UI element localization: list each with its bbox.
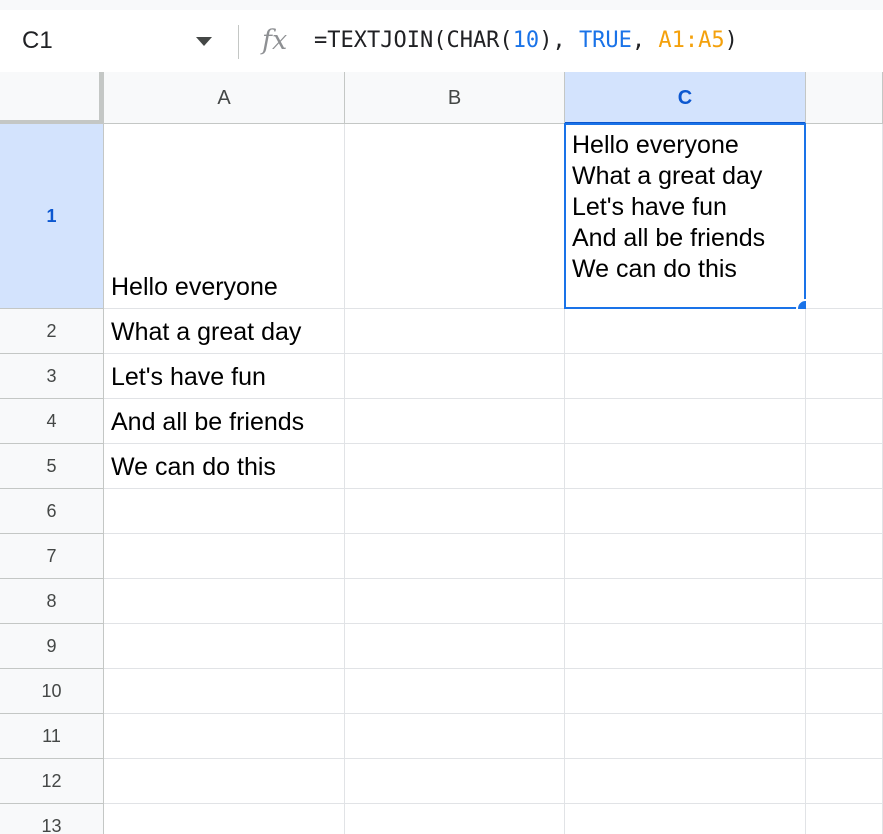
cell-b3[interactable] <box>345 354 565 399</box>
cell-b13[interactable] <box>345 804 565 834</box>
name-box[interactable]: C1 <box>22 10 53 72</box>
cell-a11[interactable] <box>104 714 345 759</box>
cell-a13[interactable] <box>104 804 345 834</box>
row-header-1[interactable]: 1 <box>0 124 104 309</box>
cell-a2[interactable]: What a great day <box>104 309 345 354</box>
cell-c2[interactable] <box>565 309 806 354</box>
column-header-b[interactable]: B <box>345 72 565 124</box>
cell-b10[interactable] <box>345 669 565 714</box>
cell-a3[interactable]: Let's have fun <box>104 354 345 399</box>
formula-input[interactable]: =TEXTJOIN(CHAR(10), TRUE, A1:A5) <box>314 10 738 72</box>
cell-c11[interactable] <box>565 714 806 759</box>
cell-b6[interactable] <box>345 489 565 534</box>
cell-c3[interactable] <box>565 354 806 399</box>
cell-extra-2[interactable] <box>806 309 883 354</box>
cell-a5[interactable]: We can do this <box>104 444 345 489</box>
cell-extra-8[interactable] <box>806 579 883 624</box>
row-header-5[interactable]: 5 <box>0 444 104 489</box>
cell-extra-9[interactable] <box>806 624 883 669</box>
cell-a10[interactable] <box>104 669 345 714</box>
column-header-a[interactable]: A <box>104 72 345 124</box>
formula-range-reference: A1:A5 <box>658 28 725 53</box>
cell-extra-11[interactable] <box>806 714 883 759</box>
row-header-12[interactable]: 12 <box>0 759 104 804</box>
row-header-13[interactable]: 13 <box>0 804 104 834</box>
row-header-7[interactable]: 7 <box>0 534 104 579</box>
cell-c1[interactable]: Hello everyone What a great day Let's ha… <box>565 124 806 309</box>
row-header-3[interactable]: 3 <box>0 354 104 399</box>
cell-extra-10[interactable] <box>806 669 883 714</box>
cell-extra-5[interactable] <box>806 444 883 489</box>
cell-b5[interactable] <box>345 444 565 489</box>
column-header-extra[interactable] <box>806 72 883 124</box>
cell-extra-1[interactable] <box>806 124 883 309</box>
select-all-corner[interactable] <box>0 72 104 124</box>
top-strip <box>0 0 883 10</box>
cell-extra-6[interactable] <box>806 489 883 534</box>
cell-c9[interactable] <box>565 624 806 669</box>
cell-extra-3[interactable] <box>806 354 883 399</box>
cell-b1[interactable] <box>345 124 565 309</box>
cell-c7[interactable] <box>565 534 806 579</box>
row-header-10[interactable]: 10 <box>0 669 104 714</box>
cell-b7[interactable] <box>345 534 565 579</box>
formula-separator: ), <box>539 28 579 53</box>
cell-c10[interactable] <box>565 669 806 714</box>
cell-b2[interactable] <box>345 309 565 354</box>
row-header-8[interactable]: 8 <box>0 579 104 624</box>
cell-extra-7[interactable] <box>806 534 883 579</box>
cell-c8[interactable] <box>565 579 806 624</box>
cell-c12[interactable] <box>565 759 806 804</box>
cell-a7[interactable] <box>104 534 345 579</box>
formula-bar: C1 fx =TEXTJOIN(CHAR(10), TRUE, A1:A5) <box>0 10 883 73</box>
cell-b9[interactable] <box>345 624 565 669</box>
cell-extra-13[interactable] <box>806 804 883 834</box>
cell-b11[interactable] <box>345 714 565 759</box>
formula-function: =TEXTJOIN(CHAR( <box>314 28 513 53</box>
chevron-down-icon[interactable] <box>196 37 212 46</box>
row-header-6[interactable]: 6 <box>0 489 104 534</box>
cell-a4[interactable]: And all be friends <box>104 399 345 444</box>
cell-c4[interactable] <box>565 399 806 444</box>
cell-a8[interactable] <box>104 579 345 624</box>
cell-extra-4[interactable] <box>806 399 883 444</box>
cell-a9[interactable] <box>104 624 345 669</box>
row-header-11[interactable]: 11 <box>0 714 104 759</box>
row-header-4[interactable]: 4 <box>0 399 104 444</box>
formula-number: 10 <box>512 28 540 53</box>
formula-close-paren: ) <box>724 28 738 53</box>
cell-a6[interactable] <box>104 489 345 534</box>
fx-icon: fx <box>262 25 288 56</box>
cell-c5[interactable] <box>565 444 806 489</box>
formula-boolean: TRUE <box>578 28 632 53</box>
cell-c13[interactable] <box>565 804 806 834</box>
cell-b12[interactable] <box>345 759 565 804</box>
formula-separator: , <box>631 28 659 53</box>
formula-bar-divider <box>238 25 239 59</box>
cell-a12[interactable] <box>104 759 345 804</box>
cell-b4[interactable] <box>345 399 565 444</box>
cell-b8[interactable] <box>345 579 565 624</box>
cell-extra-12[interactable] <box>806 759 883 804</box>
cell-c6[interactable] <box>565 489 806 534</box>
cell-a1[interactable]: Hello everyone <box>104 124 345 309</box>
spreadsheet-grid: A B C 1 Hello everyone Hello everyone What a … <box>0 72 883 834</box>
row-header-9[interactable]: 9 <box>0 624 104 669</box>
column-header-c[interactable]: C <box>565 72 806 124</box>
row-header-2[interactable]: 2 <box>0 309 104 354</box>
